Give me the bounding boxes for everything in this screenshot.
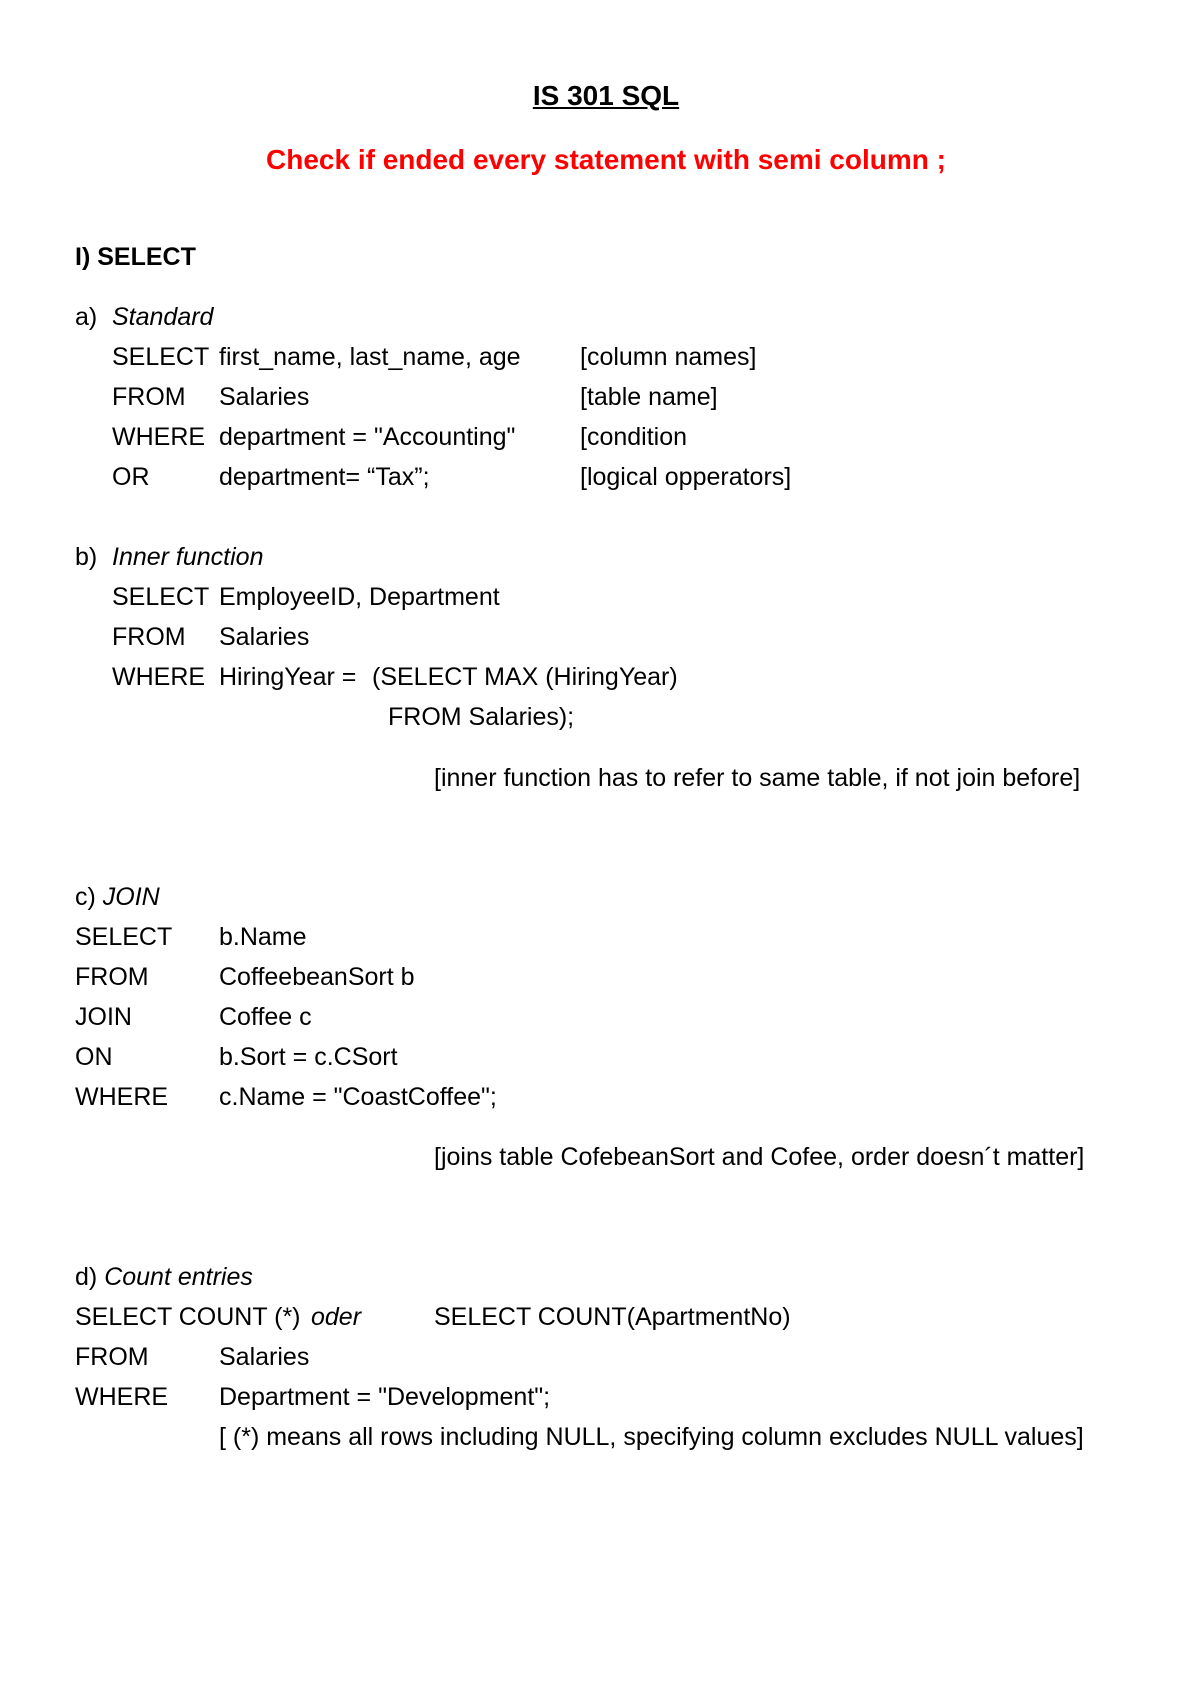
sql-expression: Coffee c [219, 1003, 312, 1031]
sql-expression: b.Name [219, 923, 307, 951]
sql-keyword: ON [75, 1043, 113, 1071]
document-title: IS 301 SQL [532, 80, 680, 111]
part-b-marker: b) [75, 543, 98, 571]
sql-keyword: FROM [112, 383, 186, 411]
annotation: [condition [580, 423, 688, 451]
sql-expression: Salaries [219, 623, 310, 651]
part-c-marker: c) [75, 883, 96, 911]
part-d-marker: d) [75, 1263, 98, 1291]
sql-keyword: SELECT [75, 923, 173, 951]
sql-expression: Salaries [219, 383, 310, 411]
sql-expression: c.Name = "CoastCoffee"; [219, 1083, 497, 1111]
sql-count-column: SELECT COUNT(ApartmentNo) [434, 1303, 791, 1331]
annotation: [ (*) means all rows including NULL, spe… [219, 1423, 1084, 1451]
sql-keyword: JOIN [75, 1003, 132, 1031]
section-heading-select: I) SELECT [75, 243, 196, 271]
annotation: [table name] [580, 383, 718, 411]
sql-expression: EmployeeID, Department [219, 583, 500, 611]
sql-keyword: OR [112, 463, 150, 491]
part-d-heading: Count entries [104, 1263, 253, 1291]
part-c-heading: JOIN [102, 883, 160, 911]
warning-note: Check if ended every statement with semi… [266, 144, 946, 175]
sql-expression: department= “Tax”; [219, 463, 430, 491]
oder-label: oder [311, 1303, 362, 1331]
annotation: [joins table CofebeanSort and Cofee, ord… [434, 1143, 1085, 1171]
part-a-marker: a) [75, 303, 98, 331]
sql-keyword: WHERE [112, 423, 206, 451]
annotation: [inner function has to refer to same tab… [434, 764, 1081, 792]
sql-count-all: SELECT COUNT (*) [75, 1303, 301, 1331]
sql-keyword: FROM [75, 1343, 149, 1371]
sql-expression: first_name, last_name, age [219, 343, 521, 371]
part-a-heading: Standard [112, 303, 214, 331]
sql-expression: HiringYear = [219, 663, 357, 691]
sql-keyword: SELECT [112, 583, 210, 611]
sql-keyword: WHERE [75, 1383, 169, 1411]
part-b-heading: Inner function [112, 543, 264, 571]
sql-keyword: FROM [112, 623, 186, 651]
sql-keyword: FROM [75, 963, 149, 991]
sql-keyword: WHERE [75, 1083, 169, 1111]
annotation: [column names] [580, 343, 757, 371]
annotation: [logical opperators] [580, 463, 792, 491]
sql-keyword: SELECT [112, 343, 210, 371]
sql-expression: Department = "Development"; [219, 1383, 551, 1411]
sql-expression: Salaries [219, 1343, 310, 1371]
subquery: (SELECT MAX (HiringYear) [372, 663, 678, 691]
subquery-continuation: FROM Salaries); [388, 703, 575, 731]
sql-keyword: WHERE [112, 663, 206, 691]
sql-expression: b.Sort = c.CSort [219, 1043, 398, 1071]
sql-expression: CoffeebeanSort b [219, 963, 415, 991]
sql-expression: department = "Accounting" [219, 423, 516, 451]
